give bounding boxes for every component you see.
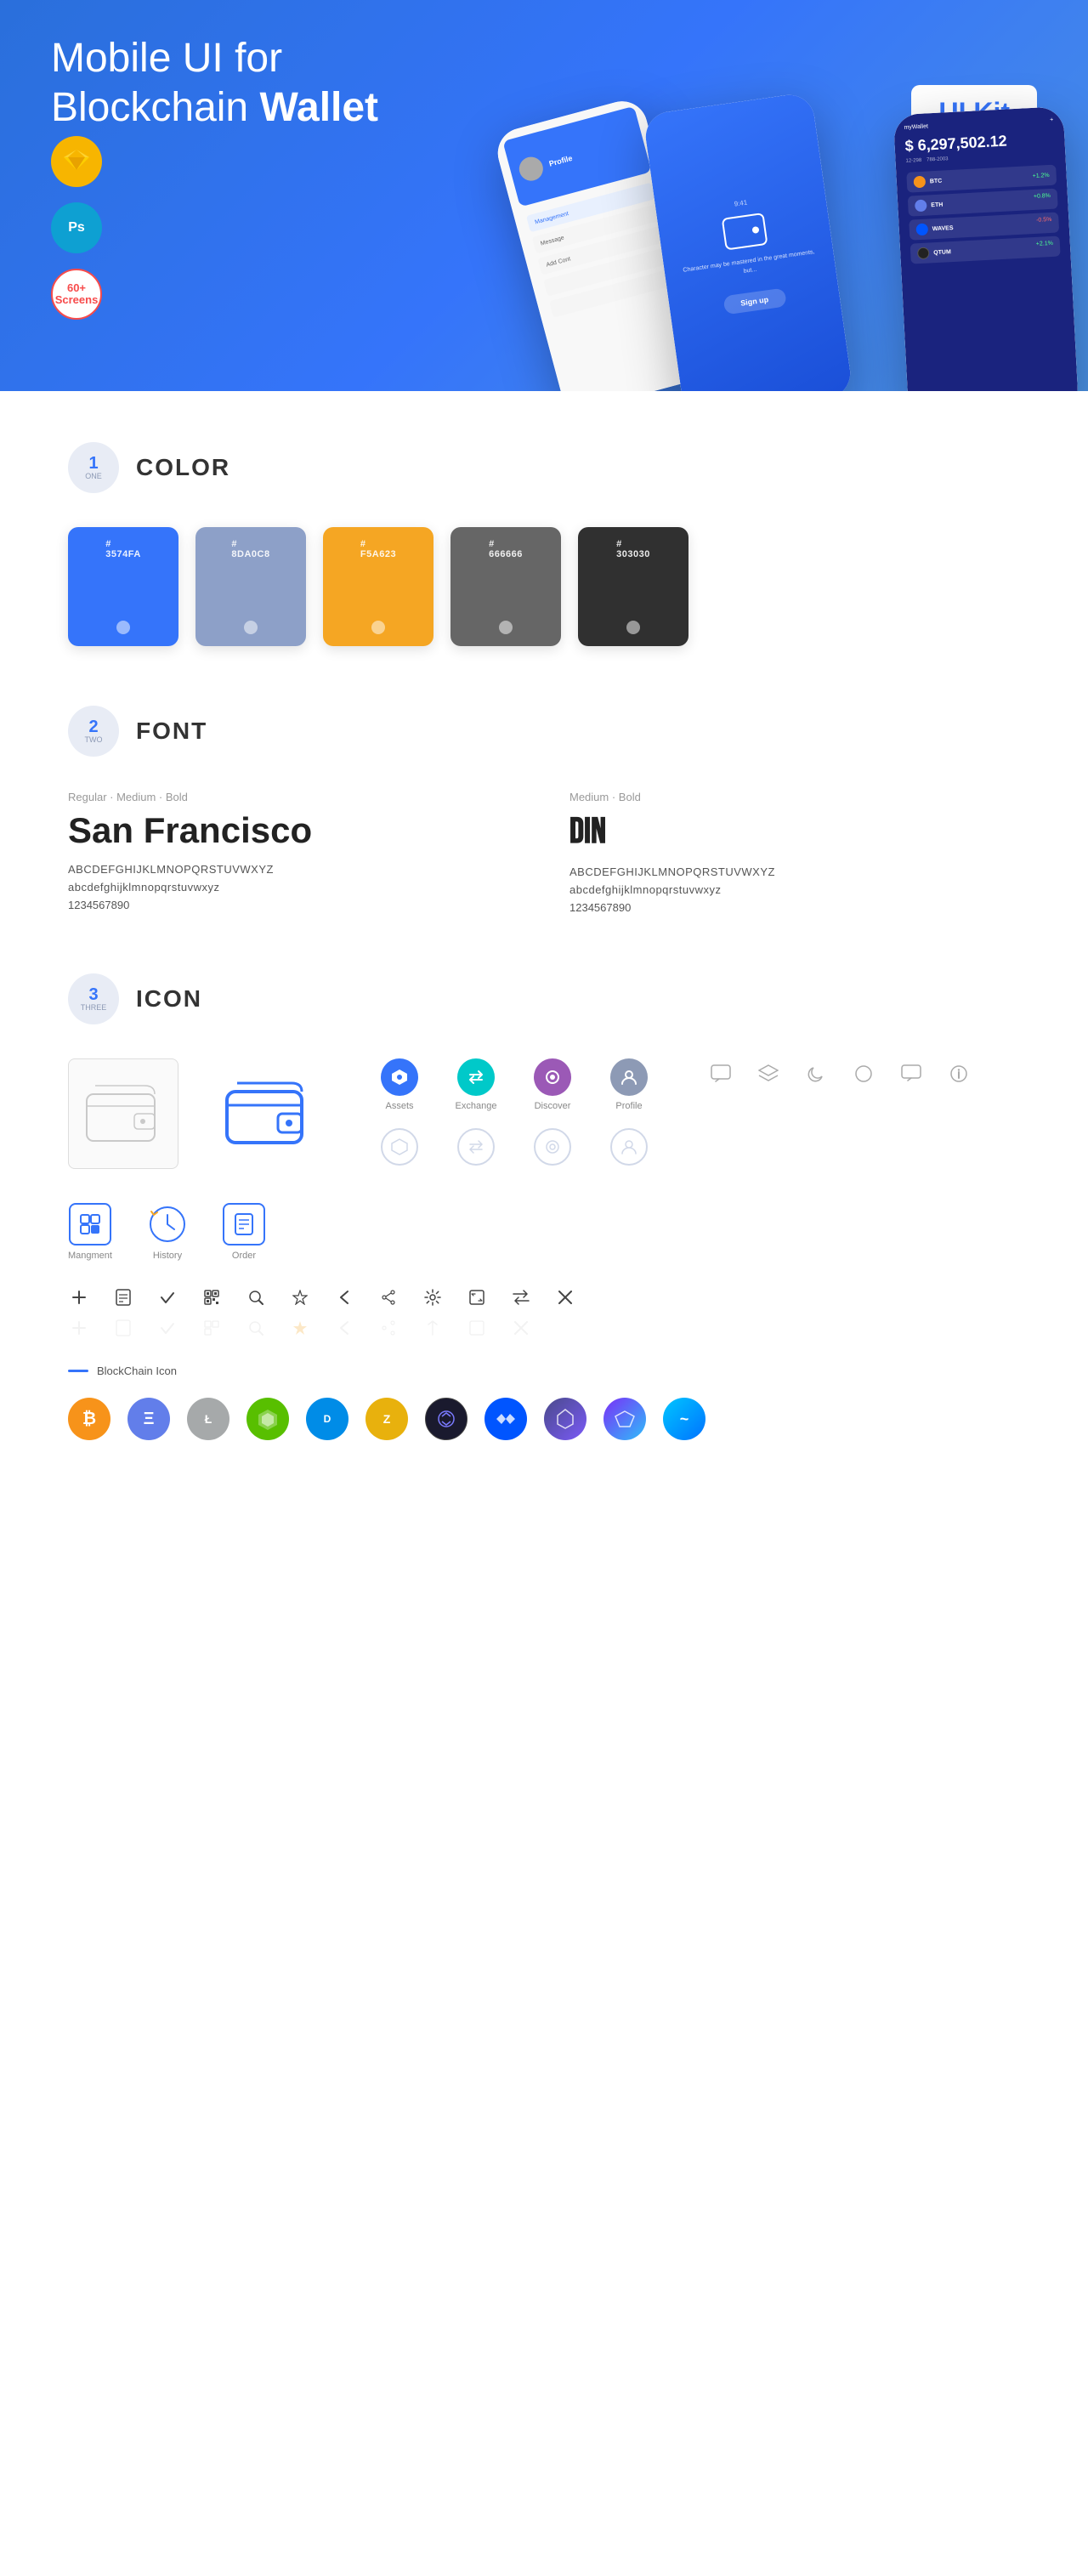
nav-icons-row: Mangment History bbox=[68, 1203, 1020, 1261]
profile-icon-item: Profile bbox=[604, 1058, 654, 1111]
info-icon bbox=[944, 1058, 974, 1089]
font-din: Medium · Bold DIN ABCDEFGHIJKLMNOPQRSTUV… bbox=[570, 791, 1020, 914]
font-sf-label: Regular · Medium · Bold bbox=[68, 791, 518, 803]
icon-section-number: 3 THREE bbox=[68, 973, 119, 1024]
share-icon bbox=[377, 1286, 400, 1308]
profile-icon bbox=[610, 1058, 648, 1096]
font-section-header: 2 TWO FONT bbox=[68, 706, 1020, 757]
misc-icons-group bbox=[706, 1058, 974, 1089]
wallet-solid-icon bbox=[212, 1058, 323, 1169]
font-sf: Regular · Medium · Bold San Francisco AB… bbox=[68, 791, 518, 914]
hero-title: Mobile UI for Blockchain Wallet bbox=[51, 34, 476, 132]
color-section-title: COLOR bbox=[136, 454, 230, 481]
small-icons-row-1 bbox=[68, 1286, 1020, 1308]
swap-icon bbox=[510, 1286, 532, 1308]
icon-section-header: 3 THREE ICON bbox=[68, 973, 1020, 1024]
phone-center: 9:41 Character may be mastered in the gr… bbox=[643, 92, 853, 391]
assets-icon-outline bbox=[374, 1128, 425, 1166]
icon-gem1 bbox=[544, 1398, 586, 1440]
speech-bubble-icon bbox=[896, 1058, 926, 1089]
litecoin-icon: Ł bbox=[187, 1398, 230, 1440]
icon-section: 3 THREE ICON bbox=[68, 973, 1020, 1440]
exchange-icon-item: Exchange bbox=[450, 1058, 502, 1111]
waves-icon bbox=[484, 1398, 527, 1440]
history-nav-icon: History bbox=[146, 1203, 189, 1261]
management-nav-icon: Mangment bbox=[68, 1203, 112, 1261]
color-section: 1 ONE COLOR #3574FA #8DA0C8 #F5A623 #666… bbox=[68, 442, 1020, 646]
screens-badge: 60+Screens bbox=[51, 269, 102, 320]
plus-icon bbox=[68, 1286, 90, 1308]
chat-icon bbox=[706, 1058, 736, 1089]
font-sf-upper: ABCDEFGHIJKLMNOPQRSTUVWXYZ bbox=[68, 863, 518, 876]
font-grid: Regular · Medium · Bold San Francisco AB… bbox=[68, 791, 1020, 914]
icon-grid-main: Assets Exchange bbox=[68, 1058, 1020, 1169]
icon-section-title: ICON bbox=[136, 985, 202, 1013]
document-icon bbox=[112, 1286, 134, 1308]
icon-other: ~ bbox=[663, 1398, 706, 1440]
ps-badge: Ps bbox=[51, 202, 102, 253]
font-sf-lower: abcdefghijklmnopqrstuvwxyz bbox=[68, 881, 518, 894]
swatch-gray: #666666 bbox=[450, 527, 561, 646]
swatch-blue: #3574FA bbox=[68, 527, 178, 646]
crypto-icons-row: ₿ Ξ Ł D Z ~ bbox=[68, 1398, 1020, 1440]
star-icon bbox=[289, 1286, 311, 1308]
order-nav-icon: Order bbox=[223, 1203, 265, 1261]
discover-icon-item: Discover bbox=[527, 1058, 578, 1111]
font-din-label: Medium · Bold bbox=[570, 791, 1020, 803]
circle-icon bbox=[848, 1058, 879, 1089]
neo-icon bbox=[246, 1398, 289, 1440]
small-icons-row-ghost bbox=[68, 1317, 1020, 1339]
swatch-orange: #F5A623 bbox=[323, 527, 434, 646]
exchange-icon bbox=[457, 1058, 495, 1096]
discover-icon-outline bbox=[527, 1128, 578, 1166]
discover-icon bbox=[534, 1058, 571, 1096]
qr-icon bbox=[201, 1286, 223, 1308]
color-swatches: #3574FA #8DA0C8 #F5A623 #666666 #303030 bbox=[68, 527, 1020, 646]
swatch-dark: #303030 bbox=[578, 527, 688, 646]
dash-icon: D bbox=[306, 1398, 348, 1440]
blockchain-line bbox=[68, 1370, 88, 1372]
search-icon bbox=[245, 1286, 267, 1308]
wallet-wireframe-icon bbox=[68, 1058, 178, 1169]
assets-icon bbox=[381, 1058, 418, 1096]
bitcoin-icon: ₿ bbox=[68, 1398, 110, 1440]
font-sf-numbers: 1234567890 bbox=[68, 899, 518, 911]
font-section: 2 TWO FONT Regular · Medium · Bold San F… bbox=[68, 706, 1020, 914]
swatch-steelblue: #8DA0C8 bbox=[196, 527, 306, 646]
font-section-number: 2 TWO bbox=[68, 706, 119, 757]
phone-right: myWallet + $ 6,297,502.12 12-298 788-200… bbox=[893, 106, 1080, 391]
expand-icon bbox=[466, 1286, 488, 1308]
check-icon bbox=[156, 1286, 178, 1308]
gear-icon bbox=[422, 1286, 444, 1308]
font-sf-name: San Francisco bbox=[68, 810, 518, 851]
labeled-icons-group: Assets Exchange bbox=[374, 1058, 654, 1166]
moon-icon bbox=[801, 1058, 831, 1089]
close-icon bbox=[554, 1286, 576, 1308]
font-din-upper: ABCDEFGHIJKLMNOPQRSTUVWXYZ bbox=[570, 865, 1020, 878]
exchange-icon-outline bbox=[450, 1128, 502, 1166]
main-content: 1 ONE COLOR #3574FA #8DA0C8 #F5A623 #666… bbox=[0, 391, 1088, 1551]
icon-poly bbox=[604, 1398, 646, 1440]
swatch-dot bbox=[116, 621, 130, 634]
hero-badges: Ps 60+Screens bbox=[51, 136, 102, 320]
font-din-name: DIN bbox=[570, 810, 1020, 854]
font-din-numbers: 1234567890 bbox=[570, 901, 1020, 914]
assets-icon-item: Assets bbox=[374, 1058, 425, 1111]
blockchain-label: BlockChain Icon bbox=[68, 1365, 1020, 1377]
iota-icon bbox=[425, 1398, 468, 1440]
phone-mockups: Profile Management Message Add Cont 9:41… bbox=[493, 77, 1088, 391]
sketch-badge bbox=[51, 136, 102, 187]
color-section-header: 1 ONE COLOR bbox=[68, 442, 1020, 493]
font-din-lower: abcdefghijklmnopqrstuvwxyz bbox=[570, 883, 1020, 896]
hero-section: Mobile UI for Blockchain Wallet UI Kit P… bbox=[0, 0, 1088, 391]
chevron-left-icon bbox=[333, 1286, 355, 1308]
layers-icon bbox=[753, 1058, 784, 1089]
font-section-title: FONT bbox=[136, 718, 207, 745]
profile-icon-outline bbox=[604, 1128, 654, 1166]
zcash-icon: Z bbox=[366, 1398, 408, 1440]
ethereum-icon: Ξ bbox=[128, 1398, 170, 1440]
color-section-number: 1 ONE bbox=[68, 442, 119, 493]
